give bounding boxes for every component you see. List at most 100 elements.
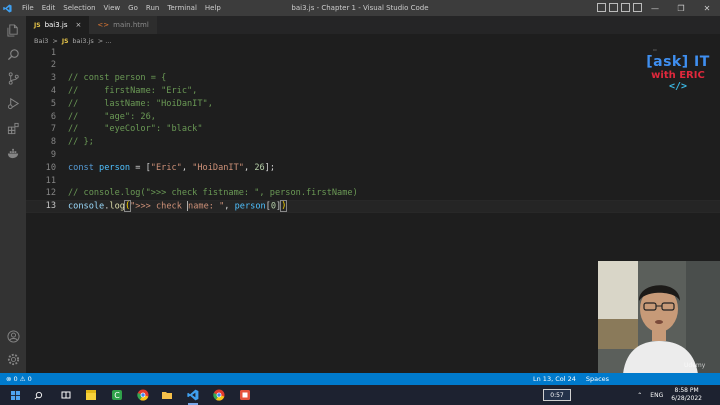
code-token: log [109, 201, 125, 212]
cursor-position[interactable]: Ln 13, Col 24 [533, 375, 576, 383]
toggle-sidebar-icon[interactable] [597, 3, 606, 12]
code-token: console [68, 201, 105, 212]
language-indicator[interactable]: ENG [650, 392, 663, 399]
chrome-icon[interactable] [136, 388, 150, 402]
camtasia-icon[interactable]: C [110, 388, 124, 402]
tab-bar: JS bai3.js × <> main.html [26, 16, 720, 34]
account-icon[interactable] [6, 329, 20, 343]
breadcrumb-folder[interactable]: Bai3 [34, 37, 48, 45]
code-text: // }; [68, 137, 94, 147]
customize-layout-icon[interactable] [633, 3, 642, 12]
line-number: 8 [50, 137, 56, 148]
problems-indicator[interactable]: ⊗ 0 ⚠ 0 [6, 375, 32, 383]
docker-icon[interactable] [6, 146, 20, 160]
code-text: // "eyeColor": "black" [68, 124, 203, 134]
code-line[interactable]: 3 // const person = { [26, 72, 720, 85]
line-number: 7 [50, 124, 56, 135]
code-line[interactable]: 10 const person = ["Eric", "HoiDanIT", 26… [26, 161, 720, 174]
code-token: // firstName: "Eric", [68, 85, 198, 96]
breadcrumb-file[interactable]: bai3.js [72, 37, 93, 45]
code-text: // "age": 26, [68, 112, 156, 122]
task-view-icon[interactable] [59, 388, 73, 402]
problems-count: ⊗ 0 ⚠ 0 [6, 375, 32, 383]
code-text: // const person = { [68, 73, 166, 83]
menu-file[interactable]: File [18, 0, 38, 16]
code-token: , [181, 162, 193, 173]
code-text: console.log(">>> check name: ", person[0… [68, 200, 288, 213]
windows-start-icon[interactable] [8, 388, 22, 402]
code-text: // lastName: "HoiDanIT", [68, 99, 213, 109]
tab-label: bai3.js [44, 21, 68, 29]
code-line[interactable]: 1 [26, 46, 720, 59]
line-number: 10 [45, 162, 56, 173]
playback-speed-indicator[interactable]: 0:57 [543, 389, 571, 401]
code-line[interactable]: 8 // }; [26, 136, 720, 149]
breadcrumb-separator: > [52, 37, 58, 45]
code-line[interactable]: 11 [26, 174, 720, 187]
close-button[interactable]: ✕ [694, 0, 720, 16]
code-line[interactable]: 6 // "age": 26, [26, 110, 720, 123]
javascript-file-icon: JS [34, 21, 41, 29]
taskbar-search-icon[interactable] [31, 388, 45, 402]
tab-main-html[interactable]: <> main.html [89, 16, 157, 34]
menu-selection[interactable]: Selection [59, 0, 99, 16]
recorder-app-icon[interactable] [238, 388, 252, 402]
windows-taskbar: C 0:57 ⌃ ENG 8:58 PM 6/28/2022 [0, 385, 720, 405]
code-token: // const person = { [68, 73, 167, 84]
menu-go[interactable]: Go [124, 0, 142, 16]
code-line[interactable]: 7 // "eyeColor": "black" [26, 123, 720, 136]
run-debug-icon[interactable] [6, 96, 20, 110]
indentation-setting[interactable]: Spaces [586, 375, 609, 383]
code-line[interactable]: 9 [26, 148, 720, 161]
html-file-icon: <> [97, 21, 110, 29]
menu-run[interactable]: Run [142, 0, 163, 16]
extensions-icon[interactable] [6, 121, 20, 135]
code-token: ) [280, 200, 288, 213]
chrome-icon-2[interactable] [212, 388, 226, 402]
toggle-secondary-sidebar-icon[interactable] [621, 3, 630, 12]
code-token: // console.log(">>> check fistname: ", p… [68, 188, 358, 199]
system-tray: ⌃ ENG 8:58 PM 6/28/2022 [637, 385, 720, 405]
window-controls: — ❐ ✕ [642, 0, 720, 16]
tab-bai3-js[interactable]: JS bai3.js × [26, 16, 90, 34]
watermark-subtitle: with ERIC [651, 70, 705, 81]
code-line[interactable]: 5 // lastName: "HoiDanIT", [26, 97, 720, 110]
code-token: , [224, 201, 235, 212]
line-number: 6 [50, 111, 56, 122]
explorer-icon[interactable] [6, 23, 20, 37]
menu-edit[interactable]: Edit [38, 0, 60, 16]
title-bar: File Edit Selection View Go Run Terminal… [0, 0, 720, 16]
svg-text:C: C [114, 391, 120, 400]
code-token: // lastName: "HoiDanIT", [68, 98, 213, 109]
code-line[interactable]: 4 // firstName: "Eric", [26, 84, 720, 97]
sticky-notes-icon[interactable] [84, 388, 98, 402]
menu-view[interactable]: View [100, 0, 125, 16]
file-explorer-icon[interactable] [160, 388, 174, 402]
line-number: 3 [50, 73, 56, 84]
tray-chevron-icon[interactable]: ⌃ [637, 392, 642, 399]
menu-help[interactable]: Help [201, 0, 225, 16]
settings-gear-icon[interactable] [6, 352, 20, 366]
menu-terminal[interactable]: Terminal [163, 0, 201, 16]
code-token: // "eyeColor": "black" [68, 124, 203, 135]
code-token: ">>> check [130, 201, 188, 212]
watermark-title: [ask] IT [646, 54, 710, 70]
source-control-icon[interactable] [6, 71, 20, 85]
line-number: 1 [50, 47, 56, 58]
taskbar-clock[interactable]: 8:58 PM 6/28/2022 [671, 387, 702, 403]
code-line[interactable]: 12 // console.log(">>> check fistname: ",… [26, 187, 720, 200]
breadcrumb-symbols[interactable]: > ... [98, 37, 112, 45]
code-text: const person = ["Eric", "HoiDanIT", 26]; [68, 163, 275, 173]
code-line[interactable]: 2 [26, 59, 720, 72]
code-token: name: " [188, 201, 225, 212]
code-line[interactable]: 13 console.log(">>> check name: ", person… [26, 199, 720, 213]
line-number: 9 [50, 149, 56, 160]
code-token: person [234, 201, 266, 212]
minimize-button[interactable]: — [642, 0, 668, 16]
layout-controls [597, 3, 642, 12]
tab-close-icon[interactable]: × [76, 21, 82, 29]
search-icon[interactable] [6, 47, 20, 61]
maximize-button[interactable]: ❐ [668, 0, 694, 16]
toggle-panel-icon[interactable] [609, 3, 618, 12]
vscode-taskbar-icon[interactable] [186, 388, 200, 405]
